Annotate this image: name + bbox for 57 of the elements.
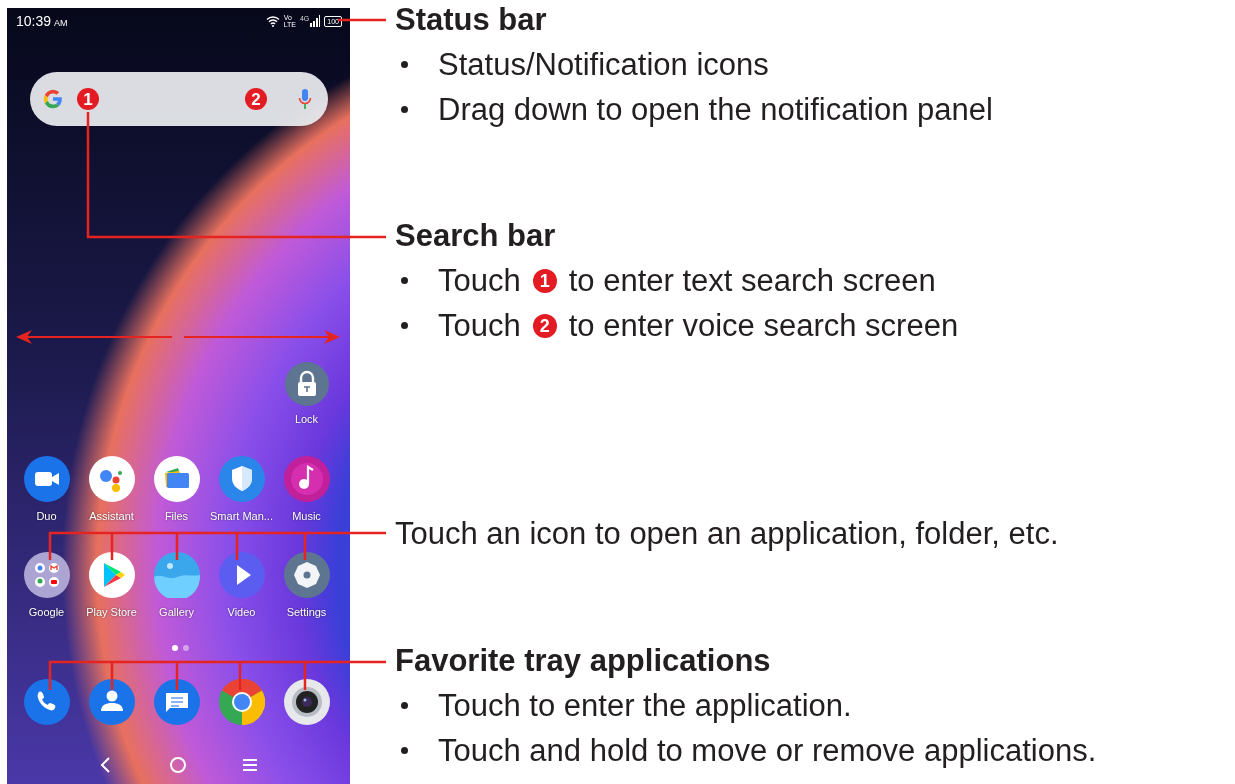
padlock-icon[interactable] [284, 362, 329, 406]
gear-icon[interactable] [283, 552, 330, 598]
bullet-text: Drag down to open the notification panel [438, 91, 993, 129]
clock-time: 10:39 [16, 13, 52, 29]
app-label: Assistant [89, 509, 134, 523]
dots-icon[interactable] [88, 456, 135, 502]
home-icon[interactable] [168, 755, 188, 775]
app-label: Play Store [86, 605, 137, 619]
app-label: Music [292, 509, 321, 523]
bullet-icon [401, 106, 408, 113]
folder-icon[interactable] [153, 456, 200, 502]
app-label: Duo [36, 509, 57, 523]
search-bar[interactable]: 1 2 [30, 72, 328, 126]
bullet-icon [401, 277, 408, 284]
leader-line [338, 18, 386, 22]
g-logo-icon [42, 88, 64, 110]
video-camera-icon[interactable] [23, 456, 70, 502]
section-heading: Favorite tray applications [395, 642, 772, 680]
bullet-text: to enter voice search screen [568, 307, 959, 345]
shield-icon[interactable] [218, 456, 265, 502]
wave-icon[interactable] [153, 552, 200, 598]
app-label: Video [227, 605, 256, 619]
bullet-text: Touch [438, 262, 521, 300]
bullet-icon [401, 61, 408, 68]
section-heading: Status bar [395, 1, 548, 39]
bullet-text: Touch and hold to move or remove applications. [438, 732, 1097, 770]
app-label: Google [28, 605, 65, 619]
camera-lens-icon[interactable] [283, 679, 330, 725]
wifi-icon [265, 15, 280, 27]
number-marker: 2 [532, 313, 557, 338]
bullet-text: Status/Notification icons [438, 46, 769, 84]
bullet-text: Touch to enter the application. [438, 687, 852, 725]
number-marker: 2 [245, 88, 267, 110]
bullet-text: to enter text search screen [568, 262, 936, 300]
app-folder-icon[interactable] [23, 552, 70, 598]
circle-logo-icon[interactable] [218, 679, 265, 725]
play-icon[interactable] [218, 552, 265, 598]
number-marker: 1 [532, 268, 557, 293]
app-label: Gallery [159, 605, 194, 619]
section-heading: Search bar [395, 217, 557, 255]
app-label: Lock [294, 412, 319, 426]
bullet-icon [401, 322, 408, 329]
bullet-text: Touch [438, 307, 521, 345]
music-note-icon[interactable] [283, 456, 330, 502]
clock-meridiem: AM [54, 18, 68, 28]
number-marker: 1 [77, 88, 99, 110]
app-label: Settings [286, 605, 327, 619]
chat-icon[interactable] [153, 679, 200, 725]
bullet-icon [401, 747, 408, 754]
microphone-icon[interactable] [298, 88, 312, 110]
annotation-text: Touch an icon to open an application, folder, etc. [395, 515, 1060, 553]
phone-icon[interactable] [23, 679, 70, 725]
app-label: Smart Man... [210, 509, 273, 523]
signal-icon [310, 15, 321, 27]
app-label: Files [164, 509, 189, 523]
person-icon[interactable] [88, 679, 135, 725]
bullet-icon [401, 702, 408, 709]
